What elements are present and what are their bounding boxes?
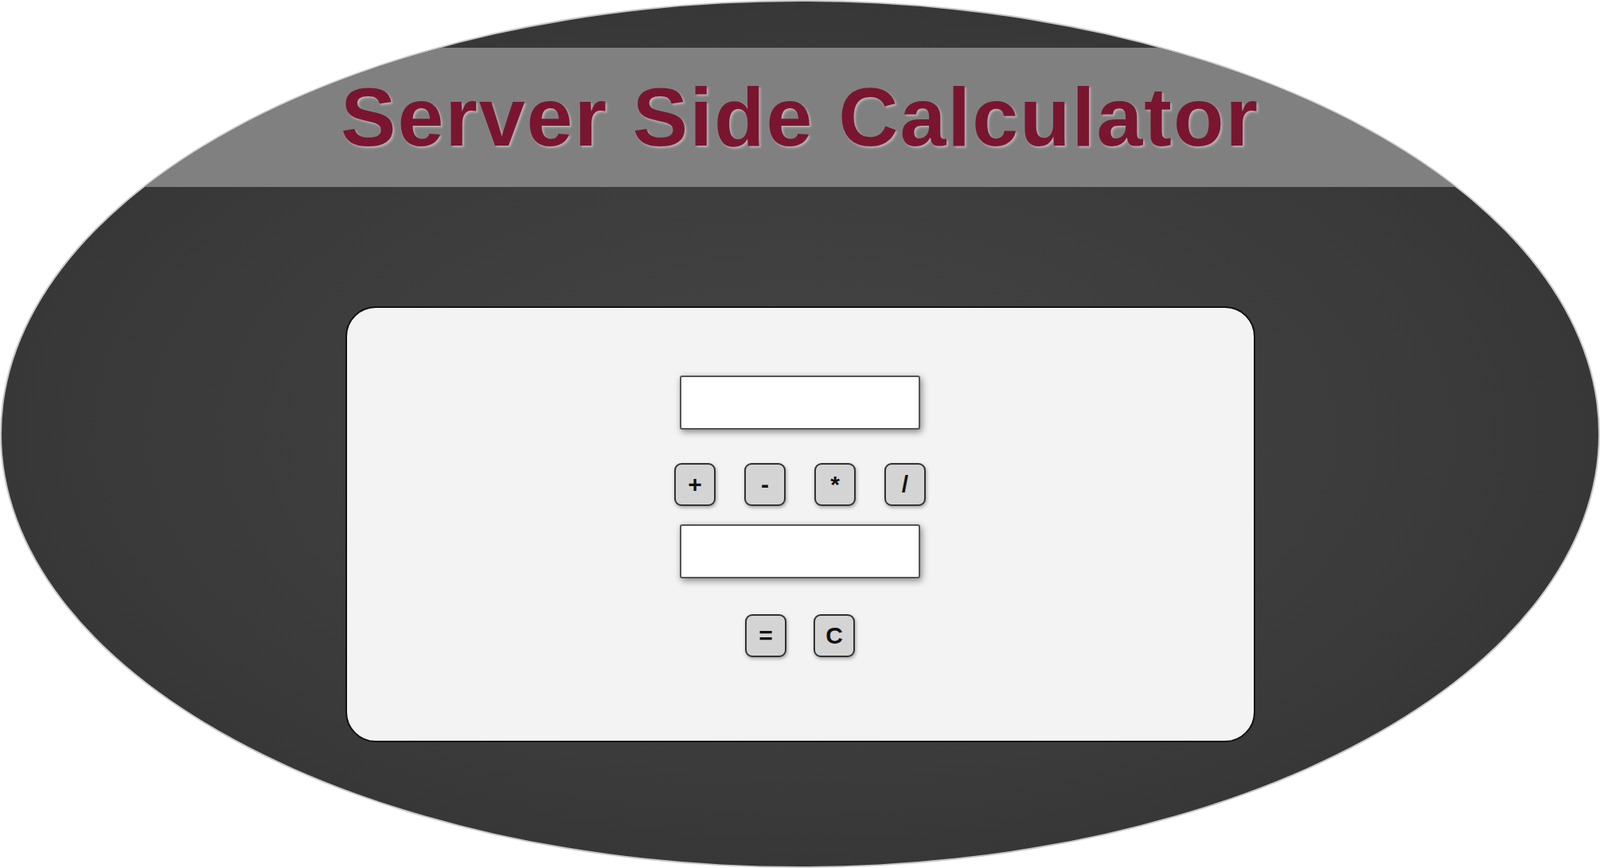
operator-button[interactable]: - xyxy=(744,463,786,507)
action-row: =C xyxy=(745,614,855,658)
action-button[interactable]: = xyxy=(745,614,787,658)
page: Server Side Calculator +-*/ =C xyxy=(0,0,1600,868)
operator-button[interactable]: / xyxy=(884,463,926,507)
calculator-card: +-*/ =C xyxy=(345,306,1256,743)
second-number-input[interactable] xyxy=(679,524,921,579)
action-button[interactable]: C xyxy=(813,614,855,658)
operator-button[interactable]: * xyxy=(814,463,856,507)
operator-button[interactable]: + xyxy=(674,463,716,507)
page-title: Server Side Calculator xyxy=(340,70,1260,165)
title-banner: Server Side Calculator xyxy=(1,47,1599,188)
chalkboard-ellipse: Server Side Calculator +-*/ =C xyxy=(0,0,1600,868)
first-number-input[interactable] xyxy=(679,375,921,430)
operator-row: +-* / xyxy=(674,463,926,507)
